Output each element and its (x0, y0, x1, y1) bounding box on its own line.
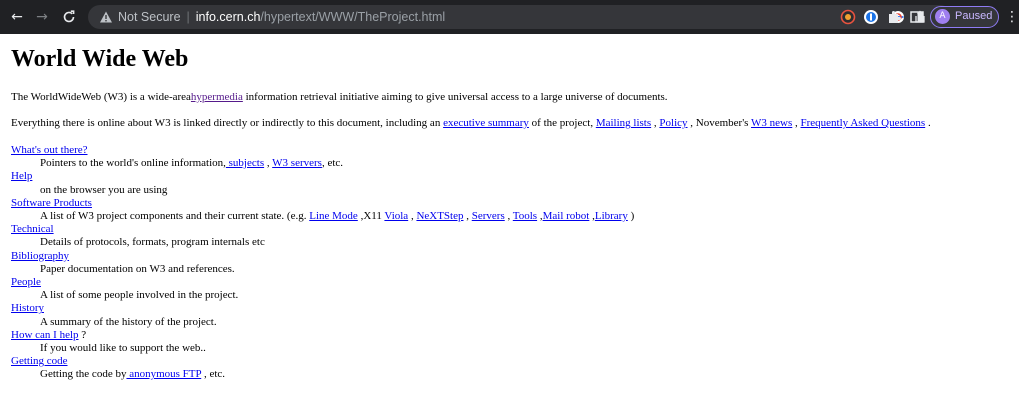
bibliography-link[interactable]: Bibliography (11, 250, 69, 262)
line-mode-link[interactable]: Line Mode (309, 210, 358, 222)
topic-list: What's out there? Pointers to the world'… (11, 144, 634, 382)
people-link[interactable]: People (11, 276, 41, 288)
w3-news-link[interactable]: W3 news (751, 117, 792, 129)
password-manager-icon[interactable] (863, 9, 879, 25)
warning-triangle-icon[interactable] (99, 10, 113, 24)
url-separator: | (186, 10, 190, 24)
list-item-description: Paper documentation on W3 and references… (40, 262, 235, 275)
intro-text: The WorldWideWeb (W3) is a wide-area (11, 91, 191, 103)
separator-text: , (504, 210, 513, 223)
security-status-label[interactable]: Not Secure (118, 10, 181, 24)
policy-link[interactable]: Policy (659, 117, 687, 129)
term-suffix: ? (78, 328, 87, 341)
back-arrow-icon[interactable]: ← (6, 6, 28, 28)
mail-robot-link[interactable]: Mail robot (543, 210, 590, 222)
separator-text: , (463, 210, 472, 223)
description-text: , etc. (201, 368, 226, 381)
description-text: Getting the code by (40, 368, 127, 381)
overview-text: of the project, (528, 117, 596, 129)
list-item-description: A list of some people involved in the pr… (40, 289, 239, 302)
list-item-term: Technical (11, 223, 634, 236)
overview-text: , November's (687, 117, 752, 129)
executive-summary-link[interactable]: executive summary (443, 117, 529, 129)
list-item-description: Pointers to the world's online informati… (40, 157, 634, 170)
reload-icon[interactable] (58, 6, 80, 28)
kebab-menu-icon[interactable]: ⋮ (1005, 7, 1019, 27)
list-item-description: A list of W3 project components and thei… (40, 210, 634, 223)
side-panel-icon[interactable] (909, 9, 925, 25)
w3-servers-link[interactable]: W3 servers (272, 157, 322, 169)
overview-text: . (925, 117, 931, 129)
profile-status-label: Paused (955, 10, 993, 22)
mailing-lists-link[interactable]: Mailing lists (596, 117, 651, 129)
overview-text: Everything there is online about W3 is l… (11, 117, 444, 129)
servers-link[interactable]: Servers (472, 210, 505, 222)
page-content: World Wide Web The WorldWideWeb (W3) is … (11, 36, 1011, 380)
page-title: World Wide Web (11, 46, 189, 72)
description-text: , etc. (321, 157, 344, 170)
avatar: A (935, 9, 950, 24)
description-text: , (264, 157, 273, 170)
list-item-term: People (11, 276, 634, 289)
anonymous-ftp-link[interactable]: anonymous FTP (126, 368, 201, 380)
viola-link[interactable]: Viola (384, 210, 408, 222)
list-item-description: A summary of the history of the project. (40, 315, 217, 328)
intro-text-end: information retrieval initiative aiming … (242, 91, 668, 103)
overview-text: , (792, 117, 801, 129)
separator-text: ,X11 (357, 210, 385, 223)
overview-paragraph: Everything there is online about W3 is l… (11, 116, 931, 130)
list-item-description: Details of protocols, formats, program i… (40, 236, 265, 249)
faq-link[interactable]: Frequently Asked Questions (801, 117, 926, 129)
list-item-term: What's out there? (11, 144, 634, 157)
software-products-link[interactable]: Software Products (11, 197, 92, 209)
tools-link[interactable]: Tools (513, 210, 537, 222)
history-link[interactable]: History (11, 302, 44, 314)
nextstep-link[interactable]: NeXTStep (416, 210, 463, 222)
list-item-term: History (11, 302, 634, 315)
puzzle-extensions-icon[interactable] (886, 9, 902, 25)
profile-button[interactable]: A Paused (930, 6, 999, 28)
address-bar[interactable]: Not Secure | info.cern.ch/hypertext/WWW/Th… (88, 5, 952, 29)
list-item-description: If you would like to support the web.. (40, 342, 206, 355)
extension-record-icon[interactable] (840, 9, 856, 25)
description-text: A list of W3 project components and thei… (40, 210, 310, 223)
whats-out-there-link[interactable]: What's out there? (11, 144, 88, 156)
intro-paragraph: The WorldWideWeb (W3) is a wide-areahype… (11, 90, 668, 104)
separator-text: ) (627, 210, 635, 223)
hypermedia-link[interactable]: hypermedia (191, 91, 243, 103)
list-item-term: Help (11, 170, 634, 183)
forward-arrow-icon[interactable]: → (31, 6, 53, 28)
url-host[interactable]: info.cern.ch (196, 10, 261, 24)
technical-link[interactable]: Technical (11, 223, 54, 235)
list-item-description: Getting the code by anonymous FTP , etc. (40, 368, 634, 381)
list-item-description: on the browser you are using (40, 183, 168, 196)
help-link[interactable]: Help (11, 170, 32, 182)
url-path[interactable]: /hypertext/WWW/TheProject.html (260, 10, 445, 24)
getting-code-link[interactable]: Getting code (11, 355, 68, 367)
library-link[interactable]: Library (595, 210, 628, 222)
subjects-link[interactable]: subjects (226, 157, 264, 169)
list-item-term: Getting code (11, 355, 634, 368)
list-item-term: How can I help ? (11, 329, 634, 342)
how-can-i-help-link[interactable]: How can I help (11, 329, 79, 341)
description-text: Pointers to the world's online informati… (40, 157, 226, 170)
list-item-term: Software Products (11, 197, 634, 210)
list-item-term: Bibliography (11, 250, 634, 263)
